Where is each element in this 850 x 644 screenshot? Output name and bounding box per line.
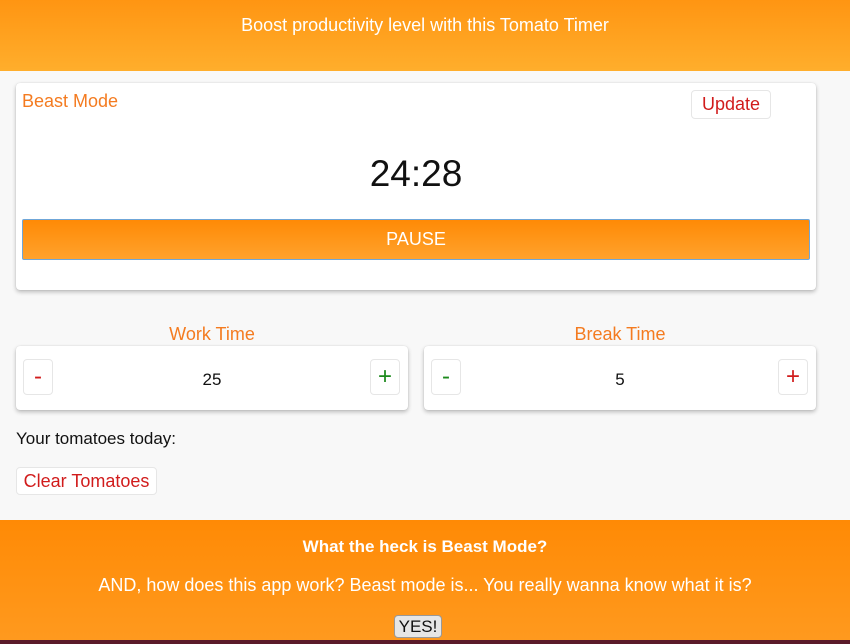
timer-card: Beast Mode Update 24:28 PAUSE	[16, 83, 816, 290]
app-header: Boost productivity level with this Tomat…	[0, 0, 850, 71]
header-title: Boost productivity level with this Tomat…	[241, 15, 609, 35]
footer-text: AND, how does this app work? Beast mode …	[98, 575, 752, 595]
break-time-label: Break Time	[574, 324, 666, 344]
break-time-value: 5	[615, 370, 625, 389]
yes-button[interactable]: YES!	[394, 615, 442, 638]
break-increment-button[interactable]: +	[778, 359, 808, 395]
work-time-stepper: - 25 +	[16, 346, 408, 410]
bottom-strip	[0, 640, 850, 644]
footer-title: What the heck is Beast Mode?	[302, 537, 548, 556]
work-time-label: Work Time	[169, 324, 255, 344]
work-time-value: 25	[202, 370, 222, 389]
break-time-stepper: - 5 +	[424, 346, 816, 410]
timer-display: 24:28	[369, 153, 463, 194]
info-footer: What the heck is Beast Mode? AND, how do…	[0, 520, 850, 644]
update-button[interactable]: Update	[691, 90, 771, 119]
tomatoes-label: Your tomatoes today:	[16, 429, 177, 448]
pause-button[interactable]: PAUSE	[22, 219, 810, 260]
work-increment-button[interactable]: +	[370, 359, 400, 395]
clear-tomatoes-button[interactable]: Clear Tomatoes	[16, 467, 157, 495]
mode-label: Beast Mode	[22, 91, 119, 111]
